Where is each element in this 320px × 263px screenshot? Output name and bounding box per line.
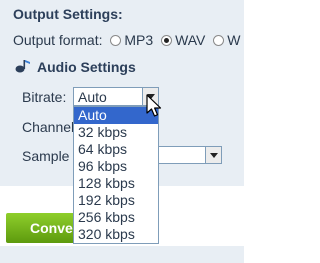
format-wav-radio[interactable] bbox=[161, 35, 173, 46]
bitrate-option[interactable]: 32 kbps bbox=[74, 124, 158, 141]
bitrate-option[interactable]: 320 kbps bbox=[74, 226, 158, 243]
output-format-row: Output format: MP3 WAV W bbox=[13, 32, 241, 48]
bitrate-option[interactable]: 192 kbps bbox=[74, 192, 158, 209]
format-mp3-label[interactable]: MP3 bbox=[124, 32, 153, 48]
output-format-label: Output format: bbox=[13, 32, 103, 48]
bitrate-label: Bitrate: bbox=[22, 89, 67, 105]
bitrate-option[interactable]: 128 kbps bbox=[74, 175, 158, 192]
format-w-radio[interactable] bbox=[213, 35, 225, 46]
sample-rate-select[interactable] bbox=[150, 146, 222, 164]
chevron-down-icon[interactable] bbox=[205, 147, 221, 163]
audio-settings-header: Audio Settings bbox=[13, 58, 136, 75]
music-note-icon bbox=[13, 58, 33, 74]
format-mp3-radio[interactable] bbox=[110, 35, 122, 46]
format-wav-label[interactable]: WAV bbox=[175, 32, 205, 48]
output-settings-heading: Output Settings: bbox=[13, 6, 123, 22]
bitrate-dropdown-list[interactable]: Auto 32 kbps 64 kbps 96 kbps 128 kbps 19… bbox=[73, 106, 159, 244]
audio-settings-heading: Audio Settings bbox=[37, 59, 136, 75]
channels-label: Channel bbox=[22, 119, 75, 135]
bitrate-option[interactable]: 256 kbps bbox=[74, 209, 158, 226]
bitrate-option[interactable]: 64 kbps bbox=[74, 141, 158, 158]
footer-bar bbox=[0, 246, 244, 263]
mouse-pointer-icon bbox=[146, 94, 166, 120]
format-w-label[interactable]: W bbox=[227, 32, 240, 48]
sample-rate-label: Sample bbox=[22, 148, 70, 164]
bitrate-selected-value: Auto bbox=[78, 89, 107, 105]
bitrate-option[interactable]: 96 kbps bbox=[74, 158, 158, 175]
convert-button[interactable]: Conver bbox=[6, 213, 78, 243]
